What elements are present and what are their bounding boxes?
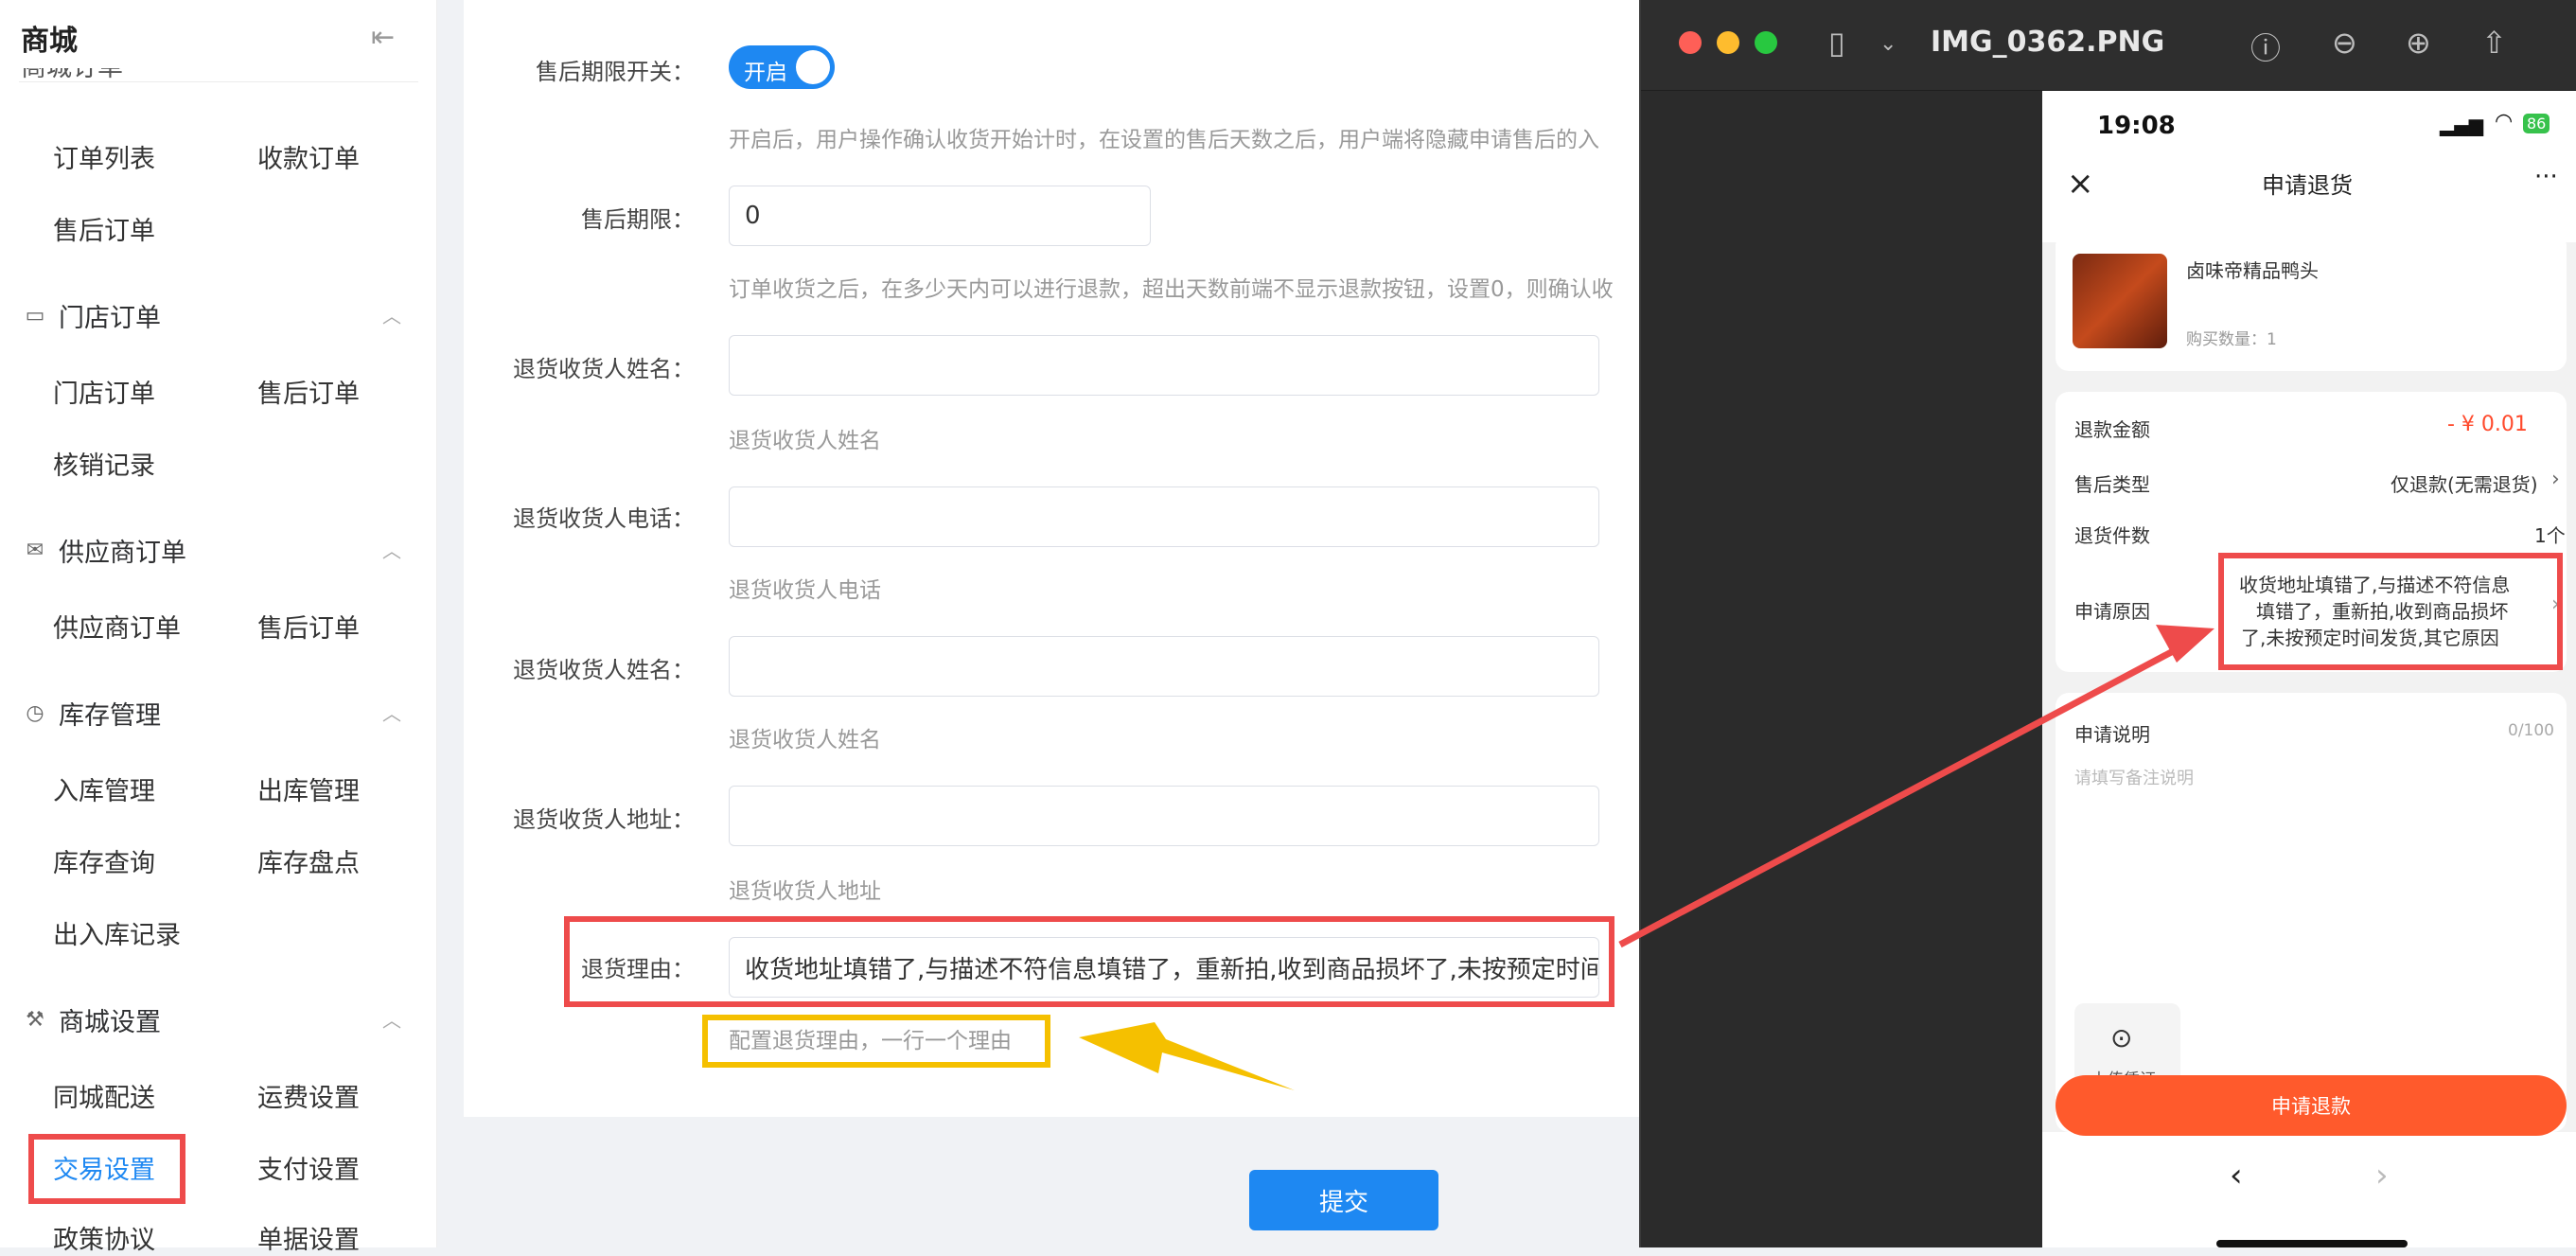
red-arrow-line	[1618, 646, 2179, 948]
annotation-arrows-red	[1618, 625, 2214, 948]
